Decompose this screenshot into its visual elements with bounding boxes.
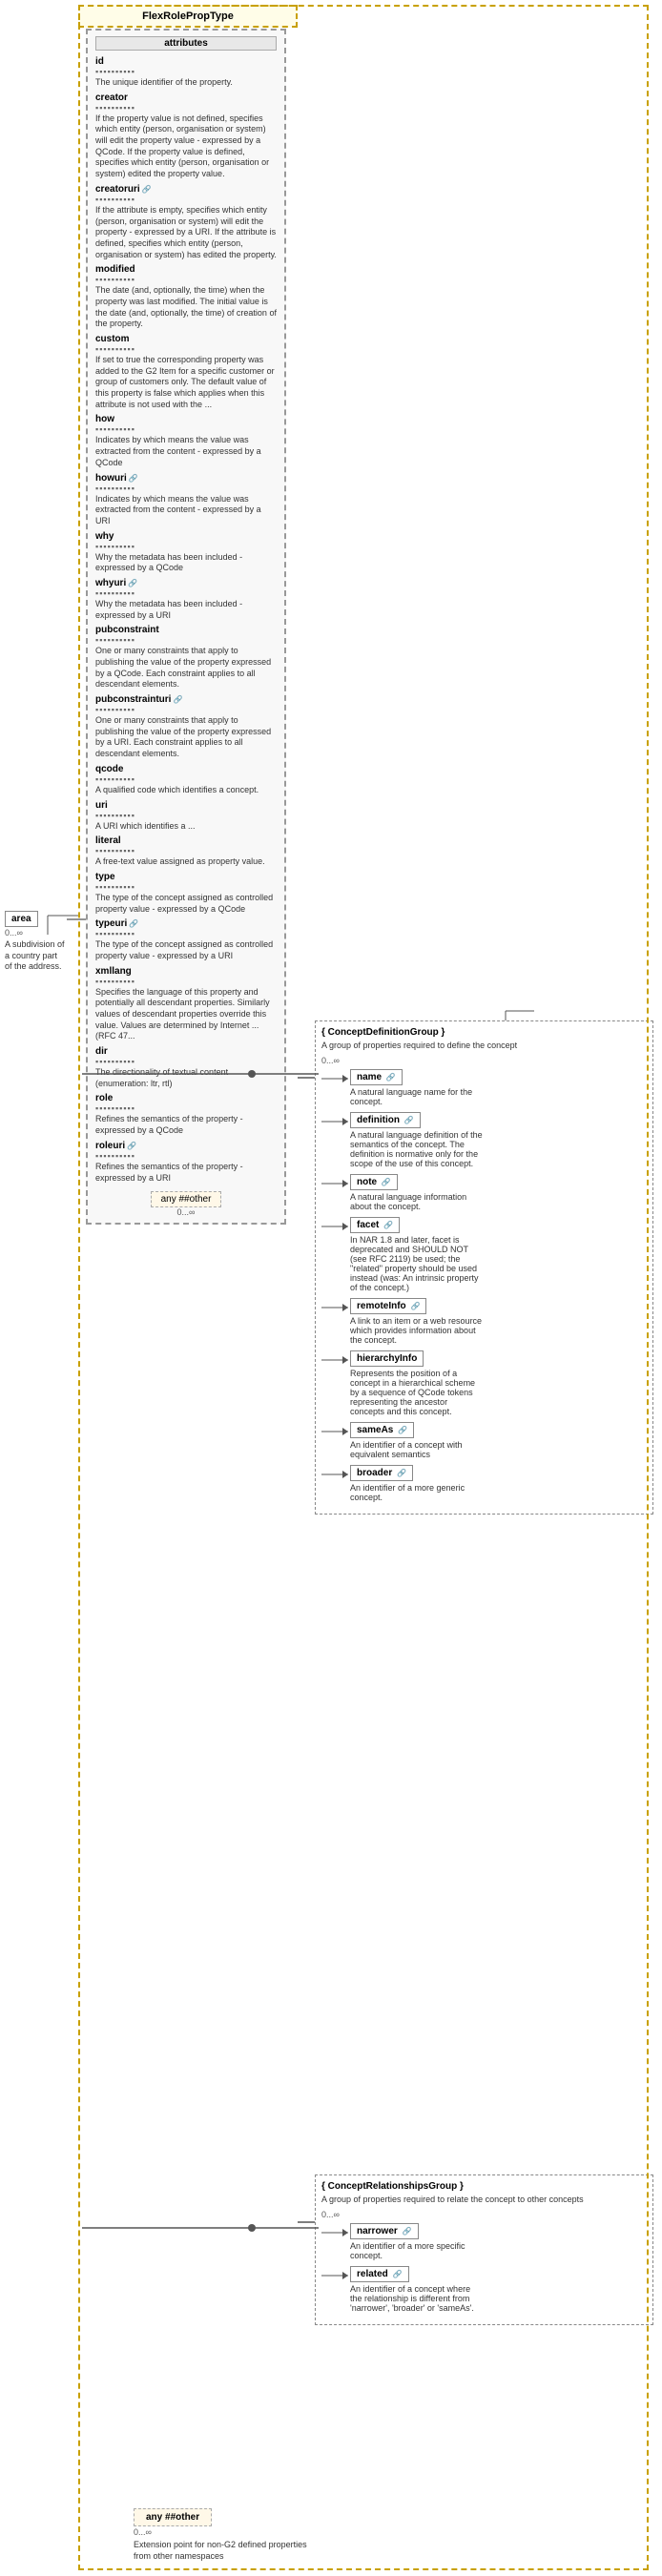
attr-id: id ▪▪▪▪▪▪▪▪▪▪ The unique identifier of t… bbox=[95, 56, 277, 89]
related-uri-icon: 🔗 bbox=[393, 2270, 403, 2278]
uri-icon-5: 🔗 bbox=[129, 919, 138, 928]
facet-desc: In NAR 1.8 and later, facet is deprecate… bbox=[350, 1235, 484, 1292]
cdg-connector-facet: facet 🔗 In NAR 1.8 and later, facet is d… bbox=[321, 1217, 647, 1292]
cdg-connector-sameas: sameAs 🔗 An identifier of a concept with… bbox=[321, 1422, 647, 1459]
note-desc: A natural language information about the… bbox=[350, 1192, 484, 1211]
attr-type: type ▪▪▪▪▪▪▪▪▪▪ The type of the concept … bbox=[95, 872, 277, 915]
uri-icon-3: 🔗 bbox=[128, 579, 137, 587]
definition-desc: A natural language definition of the sem… bbox=[350, 1130, 484, 1168]
hierarchyinfo-desc: Represents the position of a concept in … bbox=[350, 1369, 484, 1416]
attr-dir: dir ▪▪▪▪▪▪▪▪▪▪ The directionality of tex… bbox=[95, 1046, 277, 1089]
crg-mult: 0...∞ bbox=[321, 2210, 647, 2219]
attr-custom: custom ▪▪▪▪▪▪▪▪▪▪ If set to true the cor… bbox=[95, 334, 277, 410]
uri-icon-6: 🔗 bbox=[127, 1142, 136, 1150]
related-box: related 🔗 bbox=[350, 2266, 409, 2282]
attr-qcode: qcode ▪▪▪▪▪▪▪▪▪▪ A qualified code which … bbox=[95, 764, 277, 796]
definition-uri-icon: 🔗 bbox=[404, 1116, 414, 1124]
area-mult: 0...∞ bbox=[5, 928, 67, 938]
attr-creatoruri: creatoruri🔗 ▪▪▪▪▪▪▪▪▪▪ If the attribute … bbox=[95, 184, 277, 260]
narrower-box: narrower 🔗 bbox=[350, 2223, 419, 2239]
cdg-desc: A group of properties required to define… bbox=[321, 1041, 647, 1050]
attr-modified: modified ▪▪▪▪▪▪▪▪▪▪ The date (and, optio… bbox=[95, 264, 277, 330]
attributes-label: attributes bbox=[95, 36, 277, 51]
sameas-uri-icon: 🔗 bbox=[398, 1426, 407, 1434]
crg-desc: A group of properties required to relate… bbox=[321, 2195, 647, 2204]
narrower-desc: An identifier of a more specific concept… bbox=[350, 2241, 484, 2260]
title-label: FlexRolePropType bbox=[142, 10, 234, 22]
facet-uri-icon: 🔗 bbox=[383, 1221, 393, 1229]
attr-typeuri: typeuri🔗 ▪▪▪▪▪▪▪▪▪▪ The type of the conc… bbox=[95, 918, 277, 961]
attr-literal: literal ▪▪▪▪▪▪▪▪▪▪ A free-text value ass… bbox=[95, 835, 277, 868]
attr-role: role ▪▪▪▪▪▪▪▪▪▪ Refines the semantics of… bbox=[95, 1093, 277, 1136]
attr-xmllang: xmllang ▪▪▪▪▪▪▪▪▪▪ Specifies the languag… bbox=[95, 966, 277, 1042]
name-uri-icon: 🔗 bbox=[386, 1073, 396, 1082]
definition-box: definition 🔗 bbox=[350, 1112, 421, 1128]
facet-box: facet 🔗 bbox=[350, 1217, 400, 1233]
cdg-connector-remoteinfo: remoteInfo 🔗 A link to an item or a web … bbox=[321, 1298, 647, 1345]
note-box: note 🔗 bbox=[350, 1174, 398, 1190]
cdg-connector-note: note 🔗 A natural language information ab… bbox=[321, 1174, 647, 1211]
cdg-connector-definition: definition 🔗 A natural language definiti… bbox=[321, 1112, 647, 1168]
any-other-attrs: any ##other 0...∞ bbox=[95, 1191, 277, 1217]
note-uri-icon: 🔗 bbox=[382, 1178, 391, 1186]
any-other-mult: 0...∞ bbox=[95, 1207, 277, 1217]
cdg-connector-hierarchyinfo: hierarchyInfo Represents the position of… bbox=[321, 1350, 647, 1416]
attr-uri: uri ▪▪▪▪▪▪▪▪▪▪ A URI which identifies a … bbox=[95, 800, 277, 833]
area-element: area 0...∞ A subdivision of a country pa… bbox=[5, 911, 67, 973]
sameas-box: sameAs 🔗 bbox=[350, 1422, 414, 1438]
narrower-uri-icon: 🔗 bbox=[403, 2227, 412, 2236]
sameas-desc: An identifier of a concept with equivale… bbox=[350, 1440, 484, 1459]
attr-why: why ▪▪▪▪▪▪▪▪▪▪ Why the metadata has been… bbox=[95, 531, 277, 574]
area-desc: A subdivision of a country part of the a… bbox=[5, 939, 67, 973]
uri-icon-4: 🔗 bbox=[173, 695, 182, 704]
uri-icon-2: 🔗 bbox=[129, 474, 138, 483]
attributes-container: attributes id ▪▪▪▪▪▪▪▪▪▪ The unique iden… bbox=[86, 29, 286, 1225]
broader-uri-icon: 🔗 bbox=[397, 1469, 406, 1477]
any-other-box: any ##other bbox=[151, 1191, 222, 1207]
broader-desc: An identifier of a more generic concept. bbox=[350, 1483, 484, 1502]
remoteinfo-box: remoteInfo 🔗 bbox=[350, 1298, 426, 1314]
name-desc: A natural language name for the concept. bbox=[350, 1087, 484, 1106]
attr-how: how ▪▪▪▪▪▪▪▪▪▪ Indicates by which means … bbox=[95, 414, 277, 468]
crg-title: { ConceptRelationshipsGroup } bbox=[321, 2181, 647, 2192]
remoteinfo-uri-icon: 🔗 bbox=[410, 1302, 420, 1310]
bottom-any-other-box: any ##other bbox=[134, 2508, 212, 2526]
uri-icon: 🔗 bbox=[142, 185, 152, 194]
cdg-connector-broader: broader 🔗 An identifier of a more generi… bbox=[321, 1465, 647, 1502]
attr-whyuri: whyuri🔗 ▪▪▪▪▪▪▪▪▪▪ Why the metadata has … bbox=[95, 578, 277, 621]
attr-pubconstraint: pubconstraint ▪▪▪▪▪▪▪▪▪▪ One or many con… bbox=[95, 625, 277, 690]
cdg-connector-name: name 🔗 A natural language name for the c… bbox=[321, 1069, 647, 1106]
concept-definition-group-container: { ConceptDefinitionGroup } A group of pr… bbox=[315, 1020, 653, 1515]
concept-relationships-group-container: { ConceptRelationshipsGroup } A group of… bbox=[315, 2174, 653, 2325]
cdg-mult: 0...∞ bbox=[321, 1056, 647, 1065]
cdg-title: { ConceptDefinitionGroup } bbox=[321, 1027, 647, 1038]
bottom-any-other-desc: Extension point for non-G2 defined prope… bbox=[134, 2540, 324, 2562]
main-type-title: FlexRolePropType bbox=[78, 5, 298, 28]
hierarchyinfo-box: hierarchyInfo bbox=[350, 1350, 424, 1367]
bottom-any-other: any ##other 0...∞ Extension point for no… bbox=[134, 2508, 324, 2562]
attr-roleuri: roleuri🔗 ▪▪▪▪▪▪▪▪▪▪ Refines the semantic… bbox=[95, 1141, 277, 1184]
attr-howuri: howuri🔗 ▪▪▪▪▪▪▪▪▪▪ Indicates by which me… bbox=[95, 473, 277, 527]
broader-box: broader 🔗 bbox=[350, 1465, 413, 1481]
area-box: area bbox=[5, 911, 38, 927]
attr-creator: creator ▪▪▪▪▪▪▪▪▪▪ If the property value… bbox=[95, 93, 277, 180]
attr-pubconstrainturi: pubconstrainturi🔗 ▪▪▪▪▪▪▪▪▪▪ One or many… bbox=[95, 694, 277, 760]
remoteinfo-desc: A link to an item or a web resource whic… bbox=[350, 1316, 484, 1345]
bottom-any-other-mult: 0...∞ bbox=[134, 2527, 324, 2537]
crg-connector-narrower: narrower 🔗 An identifier of a more speci… bbox=[321, 2223, 647, 2260]
related-desc: An identifier of a concept where the rel… bbox=[350, 2284, 484, 2313]
crg-connector-related: related 🔗 An identifier of a concept whe… bbox=[321, 2266, 647, 2313]
name-box: name 🔗 bbox=[350, 1069, 403, 1085]
